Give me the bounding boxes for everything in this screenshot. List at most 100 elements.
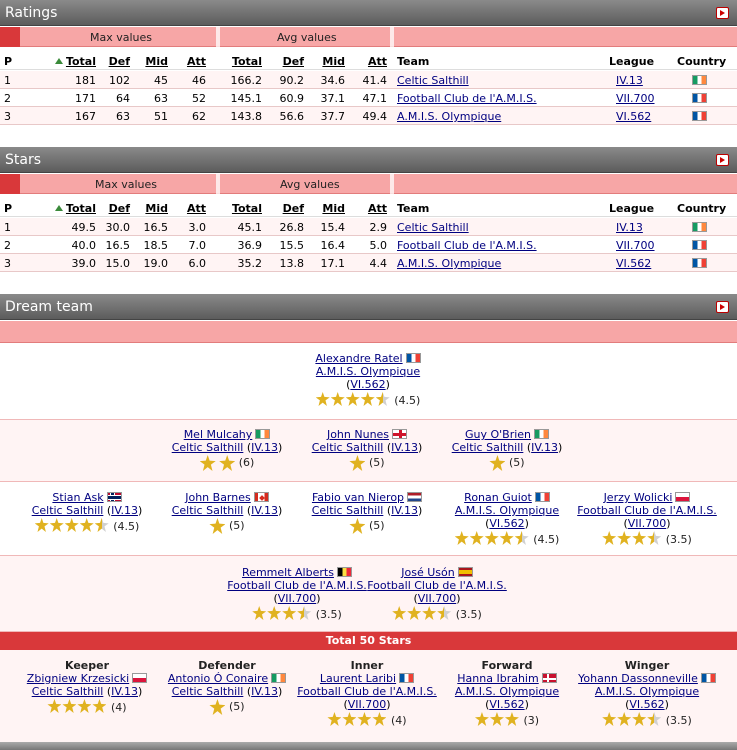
player-league-link[interactable]: IV.13	[531, 441, 558, 454]
cell-max-total: 171	[75, 92, 96, 105]
col-max-mid-header[interactable]: Mid	[145, 202, 168, 215]
player-club-link[interactable]: A.M.I.S. Olympique	[455, 504, 559, 517]
player-name-link[interactable]: Yohann Dassonneville	[578, 672, 698, 685]
player-card: Laurent Laribi Football Club de l'A.M.I.S…	[297, 672, 437, 727]
player-club-link[interactable]: Football Club de l'A.M.I.S.	[227, 579, 367, 592]
player-club-link[interactable]: Football Club de l'A.M.I.S.	[577, 504, 717, 517]
player-club-link[interactable]: Football Club de l'A.M.I.S.	[297, 685, 437, 698]
player-league-link[interactable]: VI.562	[629, 698, 664, 711]
player-club-link[interactable]: A.M.I.S. Olympique	[316, 365, 420, 378]
col-avg-total-header[interactable]: Total	[232, 55, 262, 68]
player-name-link[interactable]: Jerzy Wolicki	[604, 491, 673, 504]
col-max-def-header[interactable]: Def	[109, 202, 130, 215]
player-league-line: (VI.562)	[346, 378, 390, 391]
col-team-header: Team	[397, 202, 429, 215]
player-league-link[interactable]: VI.562	[489, 517, 524, 530]
player-name-link[interactable]: John Barnes	[185, 491, 251, 504]
league-link[interactable]: IV.13	[616, 221, 643, 234]
table-row: 3 39.0 15.0 19.0 6.0 35.2 13.8 17.1 4.4 A.M.I.S. …	[0, 254, 737, 272]
player-league-link[interactable]: VI.562	[489, 698, 524, 711]
col-max-mid-header[interactable]: Mid	[145, 55, 168, 68]
player-name-link[interactable]: Laurent Laribi	[320, 672, 396, 685]
player-league-link[interactable]: IV.13	[391, 441, 418, 454]
player-name-link[interactable]: Guy O'Brien	[465, 428, 531, 441]
cell-max-att: 6.0	[188, 257, 207, 270]
player-league-link[interactable]: VII.700	[348, 698, 387, 711]
player-name-link[interactable]: Alexandre Ratel	[315, 352, 402, 365]
player-name-link[interactable]: Hanna Ibrahim	[457, 672, 538, 685]
player-club-link[interactable]: Celtic Salthill	[172, 685, 244, 698]
player-name-link[interactable]: Fabio van Nierop	[312, 491, 404, 504]
team-link[interactable]: Football Club de l'A.M.I.S.	[397, 239, 537, 252]
player-league-link[interactable]: VI.562	[350, 378, 385, 391]
cell-max-mid: 16.5	[143, 221, 169, 234]
player-rating-line: (6)	[157, 455, 297, 471]
league-link[interactable]: VII.700	[616, 92, 655, 105]
player-league-link[interactable]: IV.13	[251, 504, 278, 517]
player-league-link[interactable]: IV.13	[251, 685, 278, 698]
cell-max-att: 52	[192, 92, 206, 105]
player-league-link[interactable]: IV.13	[391, 504, 418, 517]
player-card: Yohann Dassonneville A.M.I.S. Olympique (V…	[577, 672, 717, 727]
col-avg-def-header[interactable]: Def	[283, 55, 304, 68]
player-name-link[interactable]: John Nunes	[327, 428, 389, 441]
team-link[interactable]: A.M.I.S. Olympique	[397, 110, 501, 123]
col-avg-def-header[interactable]: Def	[283, 202, 304, 215]
country-flag-icon	[692, 111, 707, 121]
player-club-link[interactable]: Celtic Salthill	[312, 504, 384, 517]
player-name-link[interactable]: Stian Ask	[52, 491, 103, 504]
stars-max-label: Max values	[95, 178, 158, 191]
col-p-header-label: P	[4, 202, 13, 215]
export-icon[interactable]	[716, 154, 729, 166]
team-link[interactable]: Football Club de l'A.M.I.S.	[397, 92, 537, 105]
col-max-total-header[interactable]: Total	[54, 55, 96, 68]
player-club-link[interactable]: Celtic Salthill	[32, 504, 104, 517]
col-avg-mid-header[interactable]: Mid	[322, 55, 345, 68]
col-avg-total-header[interactable]: Total	[232, 202, 262, 215]
player-name-link[interactable]: Remmelt Alberts	[242, 566, 334, 579]
col-max-att-header[interactable]: Att	[187, 202, 206, 215]
player-name-link[interactable]: Ronan Guiot	[464, 491, 532, 504]
col-max-def-header[interactable]: Def	[109, 55, 130, 68]
player-league-link[interactable]: VII.700	[278, 592, 317, 605]
league-link[interactable]: VI.562	[616, 110, 651, 123]
player-club-link[interactable]: Celtic Salthill	[172, 504, 244, 517]
col-avg-att-header[interactable]: Att	[368, 202, 387, 215]
player-league-link[interactable]: IV.13	[111, 685, 138, 698]
col-max-att-header[interactable]: Att	[187, 55, 206, 68]
player-club-link[interactable]: A.M.I.S. Olympique	[595, 685, 699, 698]
group-separator	[390, 27, 394, 47]
league-link[interactable]: IV.13	[616, 74, 643, 87]
player-league-link[interactable]: VII.700	[418, 592, 457, 605]
player-club-link[interactable]: A.M.I.S. Olympique	[455, 685, 559, 698]
player-club-link[interactable]: Football Club de l'A.M.I.S.	[367, 579, 507, 592]
role-label: Winger	[624, 659, 670, 672]
export-icon[interactable]	[716, 7, 729, 19]
player-club-link[interactable]: Celtic Salthill	[452, 441, 524, 454]
player-club-link[interactable]: Celtic Salthill	[32, 685, 104, 698]
col-avg-att-header-label: Att	[367, 202, 387, 215]
cell-max-def: 102	[109, 74, 130, 87]
player-league-link[interactable]: IV.13	[111, 504, 138, 517]
player-league-link[interactable]: IV.13	[251, 441, 278, 454]
cell-max-mid: 63	[154, 92, 168, 105]
league-link[interactable]: VI.562	[616, 257, 651, 270]
col-avg-mid-header-label: Mid	[322, 202, 345, 215]
col-avg-mid-header[interactable]: Mid	[322, 202, 345, 215]
export-icon[interactable]	[716, 301, 729, 313]
player-club-link[interactable]: Celtic Salthill	[312, 441, 384, 454]
team-link[interactable]: Celtic Salthill	[397, 221, 469, 234]
player-flag-icon	[253, 492, 269, 502]
player-name-link[interactable]: José Usón	[401, 566, 454, 579]
player-name-link[interactable]: Zbigniew Krzesicki	[27, 672, 129, 685]
col-max-total-header[interactable]: Total	[54, 202, 96, 215]
team-link[interactable]: A.M.I.S. Olympique	[397, 257, 501, 270]
col-avg-att-header[interactable]: Att	[368, 55, 387, 68]
league-link[interactable]: VII.700	[616, 239, 655, 252]
player-club-link[interactable]: Celtic Salthill	[172, 441, 244, 454]
team-link[interactable]: Celtic Salthill	[397, 74, 469, 87]
player-name-link[interactable]: Antonio Ó Conaire	[168, 672, 268, 685]
player-score: (3.5)	[455, 608, 482, 621]
player-name-link[interactable]: Mel Mulcahy	[184, 428, 253, 441]
player-league-link[interactable]: VII.700	[628, 517, 667, 530]
